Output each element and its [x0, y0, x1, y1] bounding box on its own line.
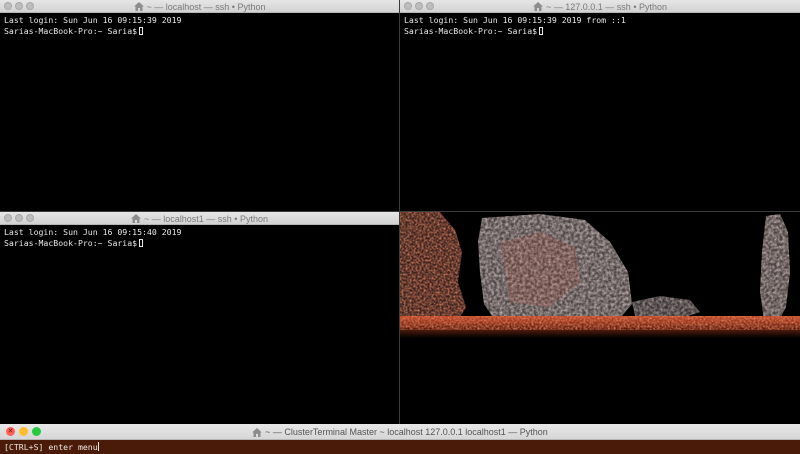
window-title: ~ — localhost — ssh • Python [146, 1, 266, 12]
master-input-line[interactable]: [CTRL+S] enter menu [0, 440, 800, 453]
text-cursor-icon [539, 27, 544, 35]
terminal-window-127-0-0-1[interactable]: ~ — 127.0.0.1 — ssh • Python Last login:… [400, 0, 800, 212]
terminal-prompt: Sarias-MacBook-Pro:~ Saria$ [4, 26, 138, 36]
terminal-window-localhost[interactable]: ~ — localhost — ssh • Python Last login:… [0, 0, 400, 212]
cluster-master-window[interactable]: ✕ ~ — ClusterTerminal Master ~ localhost… [0, 424, 800, 454]
terminal-window-localhost1[interactable]: ~ — localhost1 — ssh • Python Last login… [0, 212, 400, 424]
master-title: ~ — ClusterTerminal Master ~ localhost 1… [265, 427, 548, 437]
terminal-line: Last login: Sun Jun 16 09:15:39 2019 [4, 15, 182, 25]
window-title-wrap: ~ — localhost — ssh • Python [0, 0, 399, 13]
master-title-wrap: ~ — ClusterTerminal Master ~ localhost 1… [0, 424, 800, 440]
terminal-prompt: Sarias-MacBook-Pro:~ Saria$ [4, 238, 138, 248]
text-cursor-icon [139, 239, 144, 247]
master-input-text: [CTRL+S] enter menu [4, 442, 98, 452]
terminal-line: Last login: Sun Jun 16 09:15:40 2019 [4, 227, 182, 237]
window-title: ~ — 127.0.0.1 — ssh • Python [546, 1, 667, 12]
window-titlebar[interactable]: ~ — localhost — ssh • Python [0, 0, 399, 13]
window-title-wrap: ~ — localhost1 — ssh • Python [0, 212, 399, 225]
text-cursor-icon [139, 27, 144, 35]
landscape-image-window [400, 212, 800, 424]
text-cursor-icon [97, 442, 99, 451]
home-icon [131, 214, 142, 223]
terminal-prompt: Sarias-MacBook-Pro:~ Saria$ [404, 26, 538, 36]
home-icon [252, 427, 263, 437]
window-titlebar[interactable]: ~ — 127.0.0.1 — ssh • Python [400, 0, 800, 13]
terminal-output[interactable]: Last login: Sun Jun 16 09:15:40 2019 Sar… [0, 225, 399, 249]
window-title-wrap: ~ — 127.0.0.1 — ssh • Python [400, 0, 800, 13]
master-titlebar[interactable]: ✕ ~ — ClusterTerminal Master ~ localhost… [0, 424, 800, 440]
rock-landscape-image [400, 212, 800, 424]
home-icon [133, 2, 144, 11]
terminal-output[interactable]: Last login: Sun Jun 16 09:15:39 2019 Sar… [0, 13, 399, 37]
window-title: ~ — localhost1 — ssh • Python [144, 213, 268, 224]
home-icon [533, 2, 544, 11]
terminal-line: Last login: Sun Jun 16 09:15:39 2019 fro… [404, 15, 626, 25]
window-titlebar[interactable]: ~ — localhost1 — ssh • Python [0, 212, 399, 225]
terminal-output[interactable]: Last login: Sun Jun 16 09:15:39 2019 fro… [400, 13, 800, 37]
screen: ~ — localhost — ssh • Python Last login:… [0, 0, 800, 454]
